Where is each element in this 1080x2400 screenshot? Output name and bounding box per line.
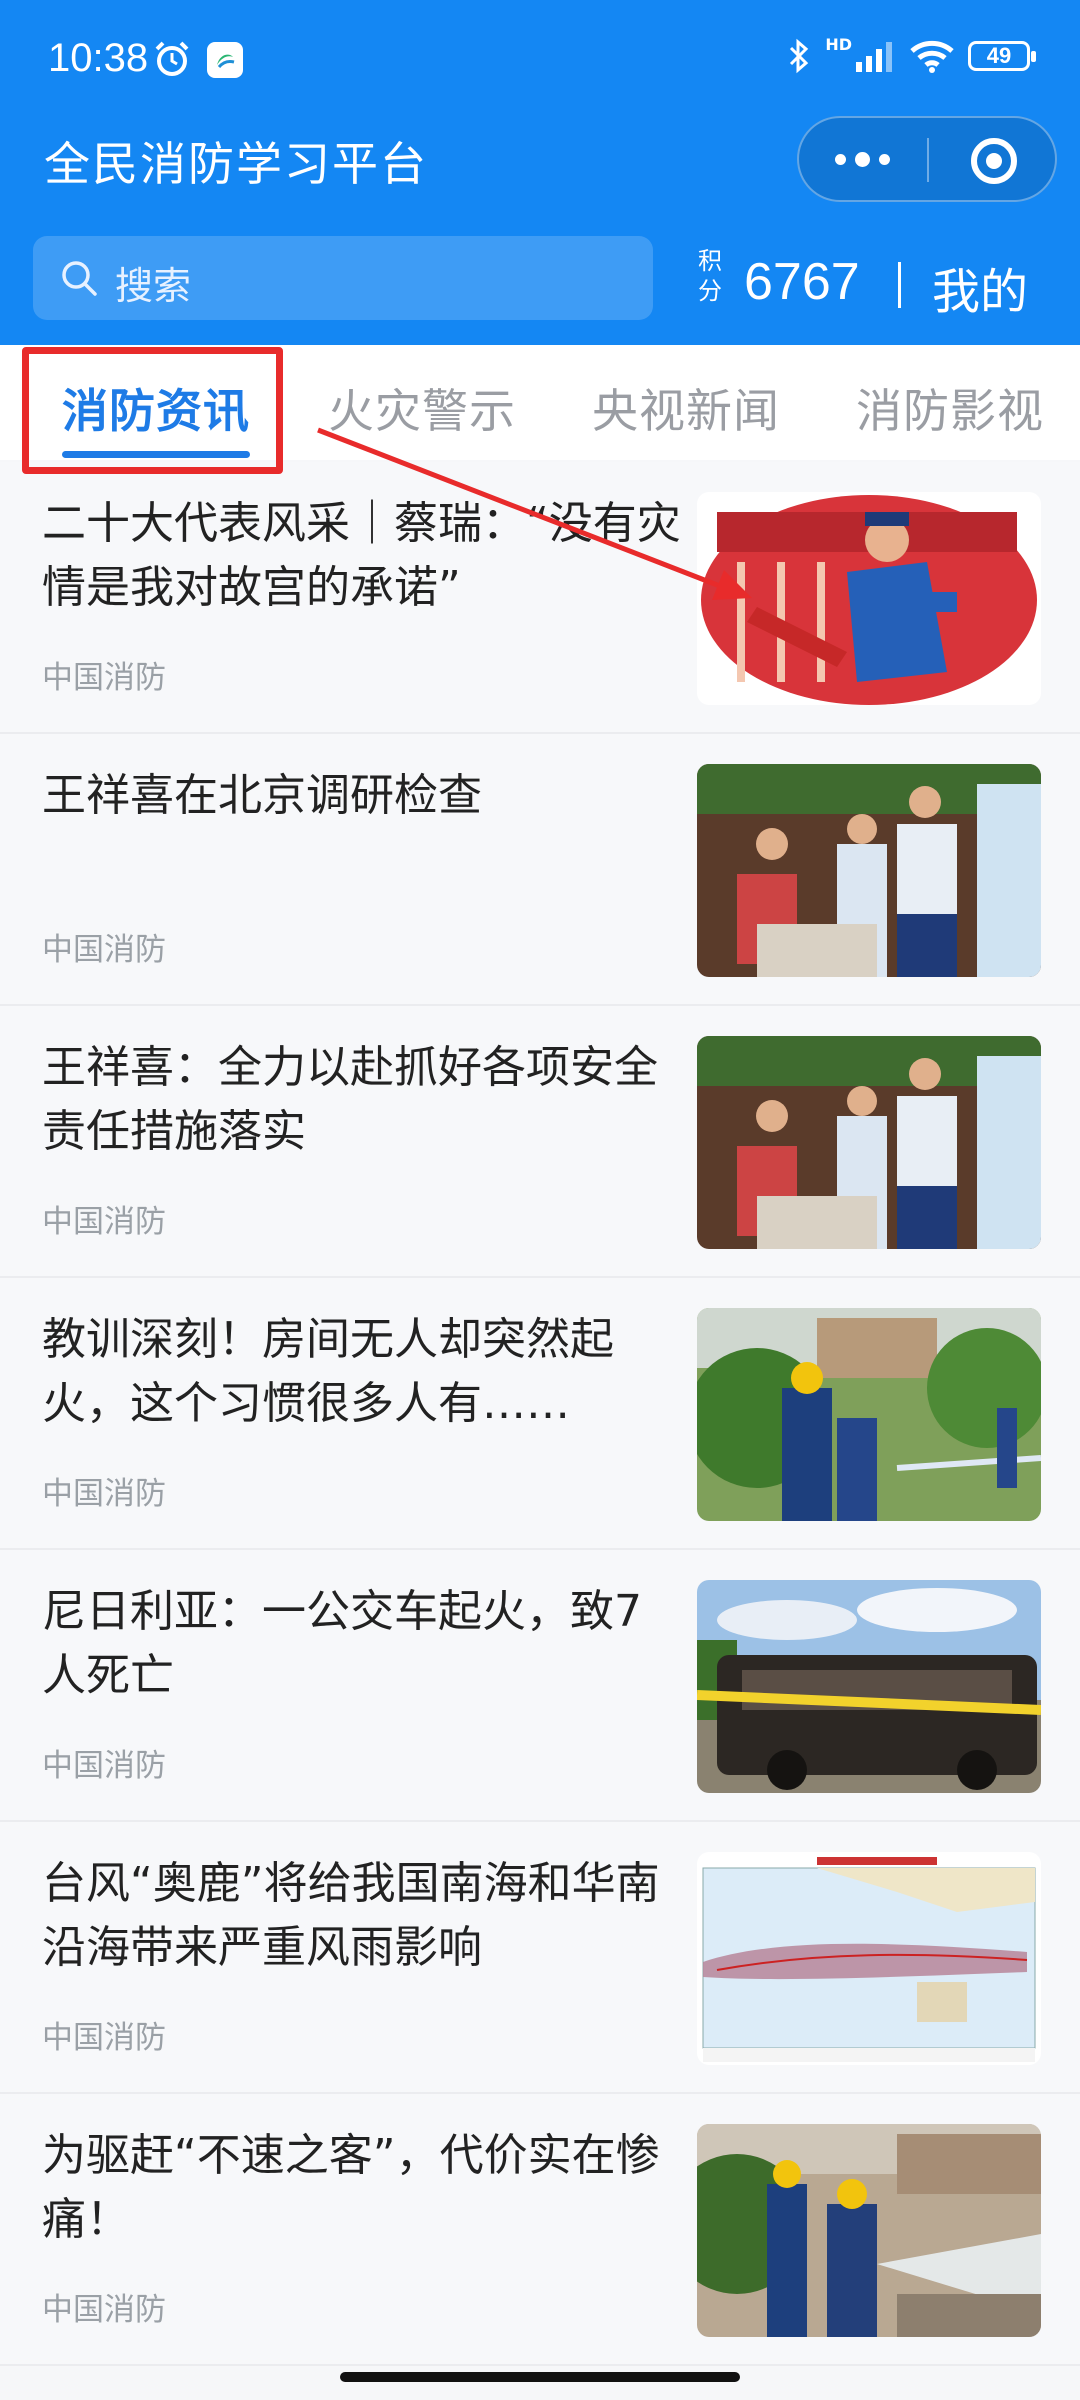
annotation-highlight-box bbox=[22, 347, 283, 474]
tab-cctv-news[interactable]: 央视新闻 bbox=[592, 375, 780, 441]
points-value[interactable]: 6767 bbox=[744, 252, 860, 312]
news-item[interactable]: 教训深刻！房间无人却突然起火，这个习惯很多人有…… 中国消防 bbox=[0, 1278, 1080, 1550]
more-icon[interactable] bbox=[835, 150, 891, 170]
carrier-app-icon bbox=[207, 42, 243, 78]
tab-fire-videos[interactable]: 消防影视 bbox=[856, 375, 1044, 441]
battery-icon: 49 bbox=[968, 41, 1036, 71]
news-item[interactable]: 尼日利亚：一公交车起火，致7人死亡 中国消防 bbox=[0, 1550, 1080, 1822]
status-bar: 10:38 HD 49 bbox=[0, 0, 1080, 120]
points-divider bbox=[898, 262, 901, 308]
bluetooth-icon bbox=[790, 38, 809, 74]
news-source: 中国消防 bbox=[42, 1204, 166, 1240]
news-thumbnail bbox=[697, 1036, 1041, 1249]
news-source: 中国消防 bbox=[42, 2292, 166, 2328]
news-thumbnail bbox=[697, 1580, 1041, 1793]
search-placeholder: 搜索 bbox=[115, 264, 192, 308]
news-source: 中国消防 bbox=[42, 2020, 166, 2056]
news-title: 王祥喜：全力以赴抓好各项安全责任措施落实 bbox=[42, 1042, 658, 1157]
news-title: 教训深刻！房间无人却突然起火，这个习惯很多人有…… bbox=[42, 1314, 614, 1429]
news-item[interactable]: 二十大代表风采｜蔡瑞：“没有灾情是我对故宫的承诺” 中国消防 bbox=[0, 462, 1080, 734]
news-item[interactable]: 王祥喜：全力以赴抓好各项安全责任措施落实 中国消防 bbox=[0, 1006, 1080, 1278]
news-title: 为驱赶“不速之客”，代价实在惨痛！ bbox=[42, 2130, 660, 2245]
wifi-icon bbox=[910, 40, 954, 73]
news-thumbnail bbox=[697, 492, 1041, 705]
news-title: 尼日利亚：一公交车起火，致7人死亡 bbox=[42, 1586, 642, 1701]
news-source: 中国消防 bbox=[42, 1476, 166, 1512]
news-item[interactable]: 王祥喜在北京调研检查 中国消防 bbox=[0, 734, 1080, 1006]
news-title: 王祥喜在北京调研检查 bbox=[42, 770, 482, 821]
news-source: 中国消防 bbox=[42, 932, 166, 968]
home-indicator[interactable] bbox=[340, 2372, 740, 2382]
page-title: 全民消防学习平台 bbox=[44, 137, 428, 191]
search-input[interactable]: 搜索 bbox=[33, 236, 653, 320]
points-label: 积分 bbox=[698, 247, 722, 305]
news-thumbnail bbox=[697, 2124, 1041, 2337]
mini-program-capsule bbox=[797, 116, 1057, 202]
status-time: 10:38 bbox=[48, 36, 149, 80]
app-header: 10:38 HD 49 全民消防学习平台 搜索 积分 6767 我的 bbox=[0, 0, 1080, 345]
news-source: 中国消防 bbox=[42, 1748, 166, 1784]
network-type: HD bbox=[825, 34, 852, 54]
close-target-icon[interactable] bbox=[971, 138, 1017, 184]
search-icon bbox=[62, 261, 97, 296]
news-source: 中国消防 bbox=[42, 660, 166, 696]
news-thumbnail bbox=[697, 1308, 1041, 1521]
news-thumbnail bbox=[697, 1852, 1041, 2065]
news-title: 二十大代表风采｜蔡瑞：“没有灾情是我对故宫的承诺” bbox=[42, 498, 681, 613]
tab-fire-warnings[interactable]: 火灾警示 bbox=[328, 375, 516, 441]
signal-icon bbox=[856, 42, 892, 72]
news-item[interactable]: 台风“奥鹿”将给我国南海和华南沿海带来严重风雨影响 中国消防 bbox=[0, 1822, 1080, 2094]
mine-link[interactable]: 我的 bbox=[932, 252, 1028, 322]
alarm-icon bbox=[155, 41, 189, 76]
news-thumbnail bbox=[697, 764, 1041, 977]
news-title: 台风“奥鹿”将给我国南海和华南沿海带来严重风雨影响 bbox=[42, 1858, 660, 1973]
news-item[interactable]: 为驱赶“不速之客”，代价实在惨痛！ 中国消防 bbox=[0, 2094, 1080, 2366]
